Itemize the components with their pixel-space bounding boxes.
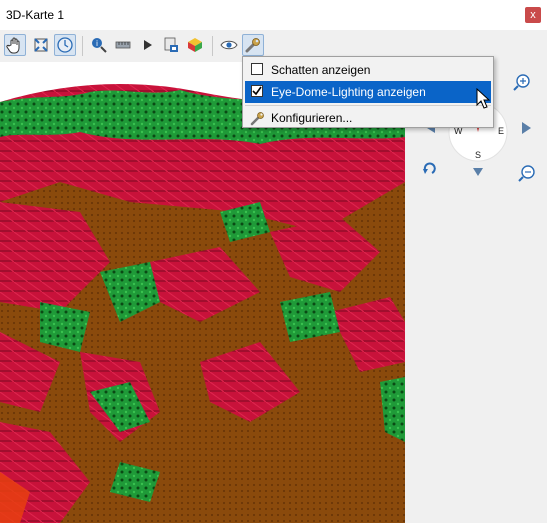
toolbar-separator [212,36,213,56]
menu-item-eye-dome-lighting[interactable]: Eye-Dome-Lighting anzeigen [245,81,491,103]
menu-item-label: Konfigurieren... [271,111,353,125]
navigation-panel: W E S [405,62,547,523]
pan-down-icon[interactable] [473,168,483,176]
identify-icon[interactable]: i [88,34,110,56]
close-icon[interactable]: x [525,7,541,23]
export-3d-icon[interactable] [184,34,206,56]
3d-map-viewport[interactable] [0,62,405,523]
zoom-in-icon[interactable] [513,74,530,91]
window-title: 3D-Karte 1 [6,8,65,22]
settings-dropdown-menu: Schatten anzeigen Eye-Dome-Lighting anze… [242,56,494,128]
menu-item-label: Schatten anzeigen [271,63,371,77]
svg-text:i: i [96,39,98,48]
mouse-cursor-icon [476,88,490,109]
visibility-eye-icon[interactable] [218,34,240,56]
pan-icon[interactable] [4,34,26,56]
toolbar-separator [82,36,83,56]
menu-item-label: Eye-Dome-Lighting anzeigen [271,85,426,99]
rotate-icon[interactable] [423,162,436,174]
camera-control-icon[interactable] [54,34,76,56]
menu-separator [245,105,491,106]
checkbox-shadows[interactable] [251,63,263,75]
compass-south-label: S [475,150,481,160]
wrench-icon [250,112,264,126]
save-image-icon[interactable] [160,34,182,56]
menu-item-configure[interactable]: Konfigurieren... [245,107,491,129]
menu-item-shadows[interactable]: Schatten anzeigen [245,59,491,81]
point-cloud-view [0,84,405,523]
settings-wrench-icon[interactable] [242,34,264,56]
pan-right-icon[interactable] [522,122,531,134]
zoom-out-icon[interactable] [518,165,535,182]
window-titlebar: 3D-Karte 1 x [0,0,547,30]
close-symbol: x [530,9,536,21]
checkbox-eye-dome-lighting[interactable] [251,85,263,97]
compass-east-label: E [498,126,504,136]
measure-icon[interactable] [112,34,134,56]
zoom-full-icon[interactable] [30,34,52,56]
animation-play-icon[interactable] [136,34,158,56]
